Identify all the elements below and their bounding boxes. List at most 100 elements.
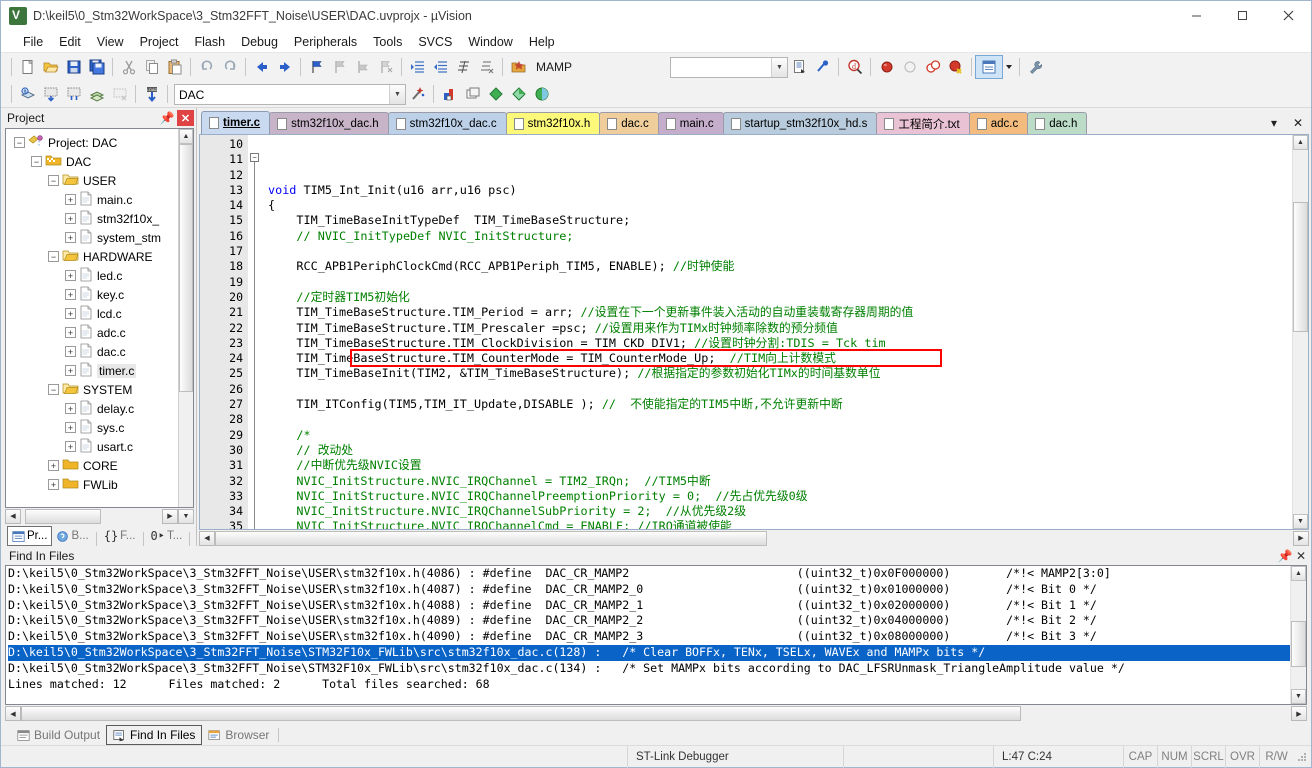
tree-item[interactable]: + key.c: [6, 285, 178, 304]
project-window-icon[interactable]: [788, 56, 811, 78]
svcs-icon[interactable]: [507, 83, 530, 105]
code-line[interactable]: [262, 412, 1292, 427]
tree-item[interactable]: + lcd.c: [6, 304, 178, 323]
code-line[interactable]: void TIM5_Int_Init(u16 arr,u16 psc): [262, 183, 1292, 198]
hscroll-thumb[interactable]: [215, 530, 767, 546]
menu-flash[interactable]: Flash: [186, 33, 233, 51]
tab-find-in-files[interactable]: Find In Files: [106, 725, 203, 745]
configuration-wizard-icon[interactable]: [406, 83, 429, 105]
collapse-toggle-icon[interactable]: −: [48, 251, 59, 262]
code-editor[interactable]: 10 11 12 13 14 15 16 17 18 19 20 21 22 23 24 25 26 27 28 29…: [199, 134, 1309, 530]
code-line[interactable]: TIM_ITConfig(TIM5,TIM_IT_Update,DISABLE …: [262, 397, 1292, 412]
code-line[interactable]: NVIC_InitStructure.NVIC_IRQChannelPreemp…: [262, 489, 1292, 504]
tab-build-output[interactable]: Build Output: [11, 725, 106, 745]
target-selector-combo[interactable]: ▼: [670, 56, 788, 78]
find-results-list[interactable]: D:\keil5\0_Stm32WorkSpace\3_Stm32FFT_Noi…: [6, 566, 1290, 704]
hscroll-track[interactable]: [21, 508, 162, 524]
configure-icon[interactable]: [811, 56, 834, 78]
find-result-row[interactable]: D:\keil5\0_Stm32WorkSpace\3_Stm32FFT_Noi…: [8, 613, 1290, 629]
bookmark-toggle-icon[interactable]: [305, 56, 328, 78]
uncomment-icon[interactable]: [475, 56, 498, 78]
code-line[interactable]: {: [262, 198, 1292, 213]
expand-toggle-icon[interactable]: +: [65, 270, 76, 281]
download-icon[interactable]: LOAD: [140, 83, 163, 105]
editor-tab[interactable]: dac.c: [599, 112, 659, 134]
find-results-vscrollbar[interactable]: ▲ ▼: [1290, 566, 1306, 704]
save-icon[interactable]: [62, 56, 85, 78]
expand-toggle-icon[interactable]: +: [65, 232, 76, 243]
cut-icon[interactable]: [117, 56, 140, 78]
collapse-toggle-icon[interactable]: −: [31, 156, 42, 167]
editor-tab[interactable]: dac.h: [1027, 112, 1088, 134]
editor-tab[interactable]: main.c: [657, 112, 724, 134]
code-line[interactable]: NVIC_InitStructure.NVIC_IRQChannel = TIM…: [262, 474, 1292, 489]
project-tree[interactable]: − Project: DAC − DAC − USER + main.c + stm32f10x_…: [6, 129, 178, 507]
disable-all-breakpoints-icon[interactable]: [944, 56, 967, 78]
menu-svcs[interactable]: SVCS: [410, 33, 460, 51]
manage-windows-dropdown-icon[interactable]: [1002, 56, 1015, 78]
expand-toggle-icon[interactable]: +: [65, 441, 76, 452]
tree-item[interactable]: − Project: DAC: [6, 133, 178, 152]
pack-installer-icon[interactable]: [484, 83, 507, 105]
minimize-button[interactable]: [1173, 1, 1219, 31]
menu-help[interactable]: Help: [521, 33, 563, 51]
menu-window[interactable]: Window: [460, 33, 520, 51]
scroll-up-icon[interactable]: ▲: [179, 129, 193, 144]
tree-item[interactable]: + FWLib: [6, 475, 178, 494]
build-icon[interactable]: [39, 83, 62, 105]
code-line[interactable]: [262, 382, 1292, 397]
panel-tab-books[interactable]: B...: [52, 526, 92, 546]
bookmark-clear-icon[interactable]: [374, 56, 397, 78]
editor-tab[interactable]: stm32f10x_dac.h: [269, 112, 389, 134]
utilities-icon[interactable]: [1024, 56, 1047, 78]
collapse-toggle-icon[interactable]: −: [48, 384, 59, 395]
tree-item[interactable]: + usart.c: [6, 437, 178, 456]
tree-item[interactable]: − SYSTEM: [6, 380, 178, 399]
tree-item[interactable]: − HARDWARE: [6, 247, 178, 266]
code-line[interactable]: NVIC_InitStructure.NVIC_IRQChannelCmd = …: [262, 519, 1292, 529]
menu-file[interactable]: File: [15, 33, 51, 51]
menu-tools[interactable]: Tools: [365, 33, 410, 51]
code-vscrollbar[interactable]: ▲ ▼: [1292, 135, 1308, 529]
manage-windows-icon[interactable]: [975, 55, 1003, 79]
code-line[interactable]: TIM_TimeBaseStructure.TIM_ClockDivision …: [262, 336, 1292, 351]
navigate-back-icon[interactable]: [250, 56, 273, 78]
redo-icon[interactable]: [218, 56, 241, 78]
insert-breakpoint-icon[interactable]: [875, 56, 898, 78]
collapse-toggle-icon[interactable]: −: [48, 175, 59, 186]
disable-breakpoint-icon[interactable]: [898, 56, 921, 78]
tree-item[interactable]: + delay.c: [6, 399, 178, 418]
code-line[interactable]: //中断优先级NVIC设置: [262, 458, 1292, 473]
code-line[interactable]: /*: [262, 428, 1292, 443]
code-line[interactable]: [262, 275, 1292, 290]
menu-edit[interactable]: Edit: [51, 33, 89, 51]
navigate-forward-icon[interactable]: [273, 56, 296, 78]
tree-item[interactable]: + adc.c: [6, 323, 178, 342]
expand-toggle-icon[interactable]: +: [65, 365, 76, 376]
target-combo[interactable]: DAC ▼: [174, 83, 406, 105]
scroll-left-icon[interactable]: ◀: [199, 530, 215, 546]
panel-tab-project[interactable]: Pr...: [7, 526, 53, 546]
scroll-right-icon[interactable]: ▶: [162, 508, 178, 524]
expand-toggle-icon[interactable]: +: [65, 403, 76, 414]
editor-tab[interactable]: adc.c: [968, 112, 1029, 134]
code-text[interactable]: void TIM5_Int_Init(u16 arr,u16 psc){ TIM…: [262, 135, 1292, 529]
tree-item[interactable]: + CORE: [6, 456, 178, 475]
scroll-right-icon[interactable]: ▶: [1293, 530, 1309, 546]
tree-item[interactable]: + stm32f10x_: [6, 209, 178, 228]
tab-list-icon[interactable]: ▾: [1267, 116, 1281, 130]
batch-build-icon[interactable]: [85, 83, 108, 105]
resize-grip[interactable]: [1295, 750, 1309, 764]
editor-tab[interactable]: 工程简介.txt: [876, 112, 970, 134]
tree-item[interactable]: + system_stm: [6, 228, 178, 247]
find-result-row[interactable]: D:\keil5\0_Stm32WorkSpace\3_Stm32FFT_Noi…: [8, 598, 1290, 614]
code-line[interactable]: RCC_APB1PeriphClockCmd(RCC_APB1Periph_TI…: [262, 259, 1292, 274]
project-tree-vscrollbar[interactable]: ▲: [178, 129, 193, 507]
scroll-down-icon[interactable]: ▼: [178, 508, 194, 524]
code-line[interactable]: TIM_TimeBaseStructure.TIM_Period = arr; …: [262, 305, 1292, 320]
chevron-down-icon[interactable]: ▼: [389, 84, 405, 104]
code-line[interactable]: //定时器TIM5初始化: [262, 290, 1292, 305]
menu-project[interactable]: Project: [132, 33, 187, 51]
hscroll-thumb[interactable]: [21, 706, 1021, 721]
code-line[interactable]: // 改动处: [262, 443, 1292, 458]
